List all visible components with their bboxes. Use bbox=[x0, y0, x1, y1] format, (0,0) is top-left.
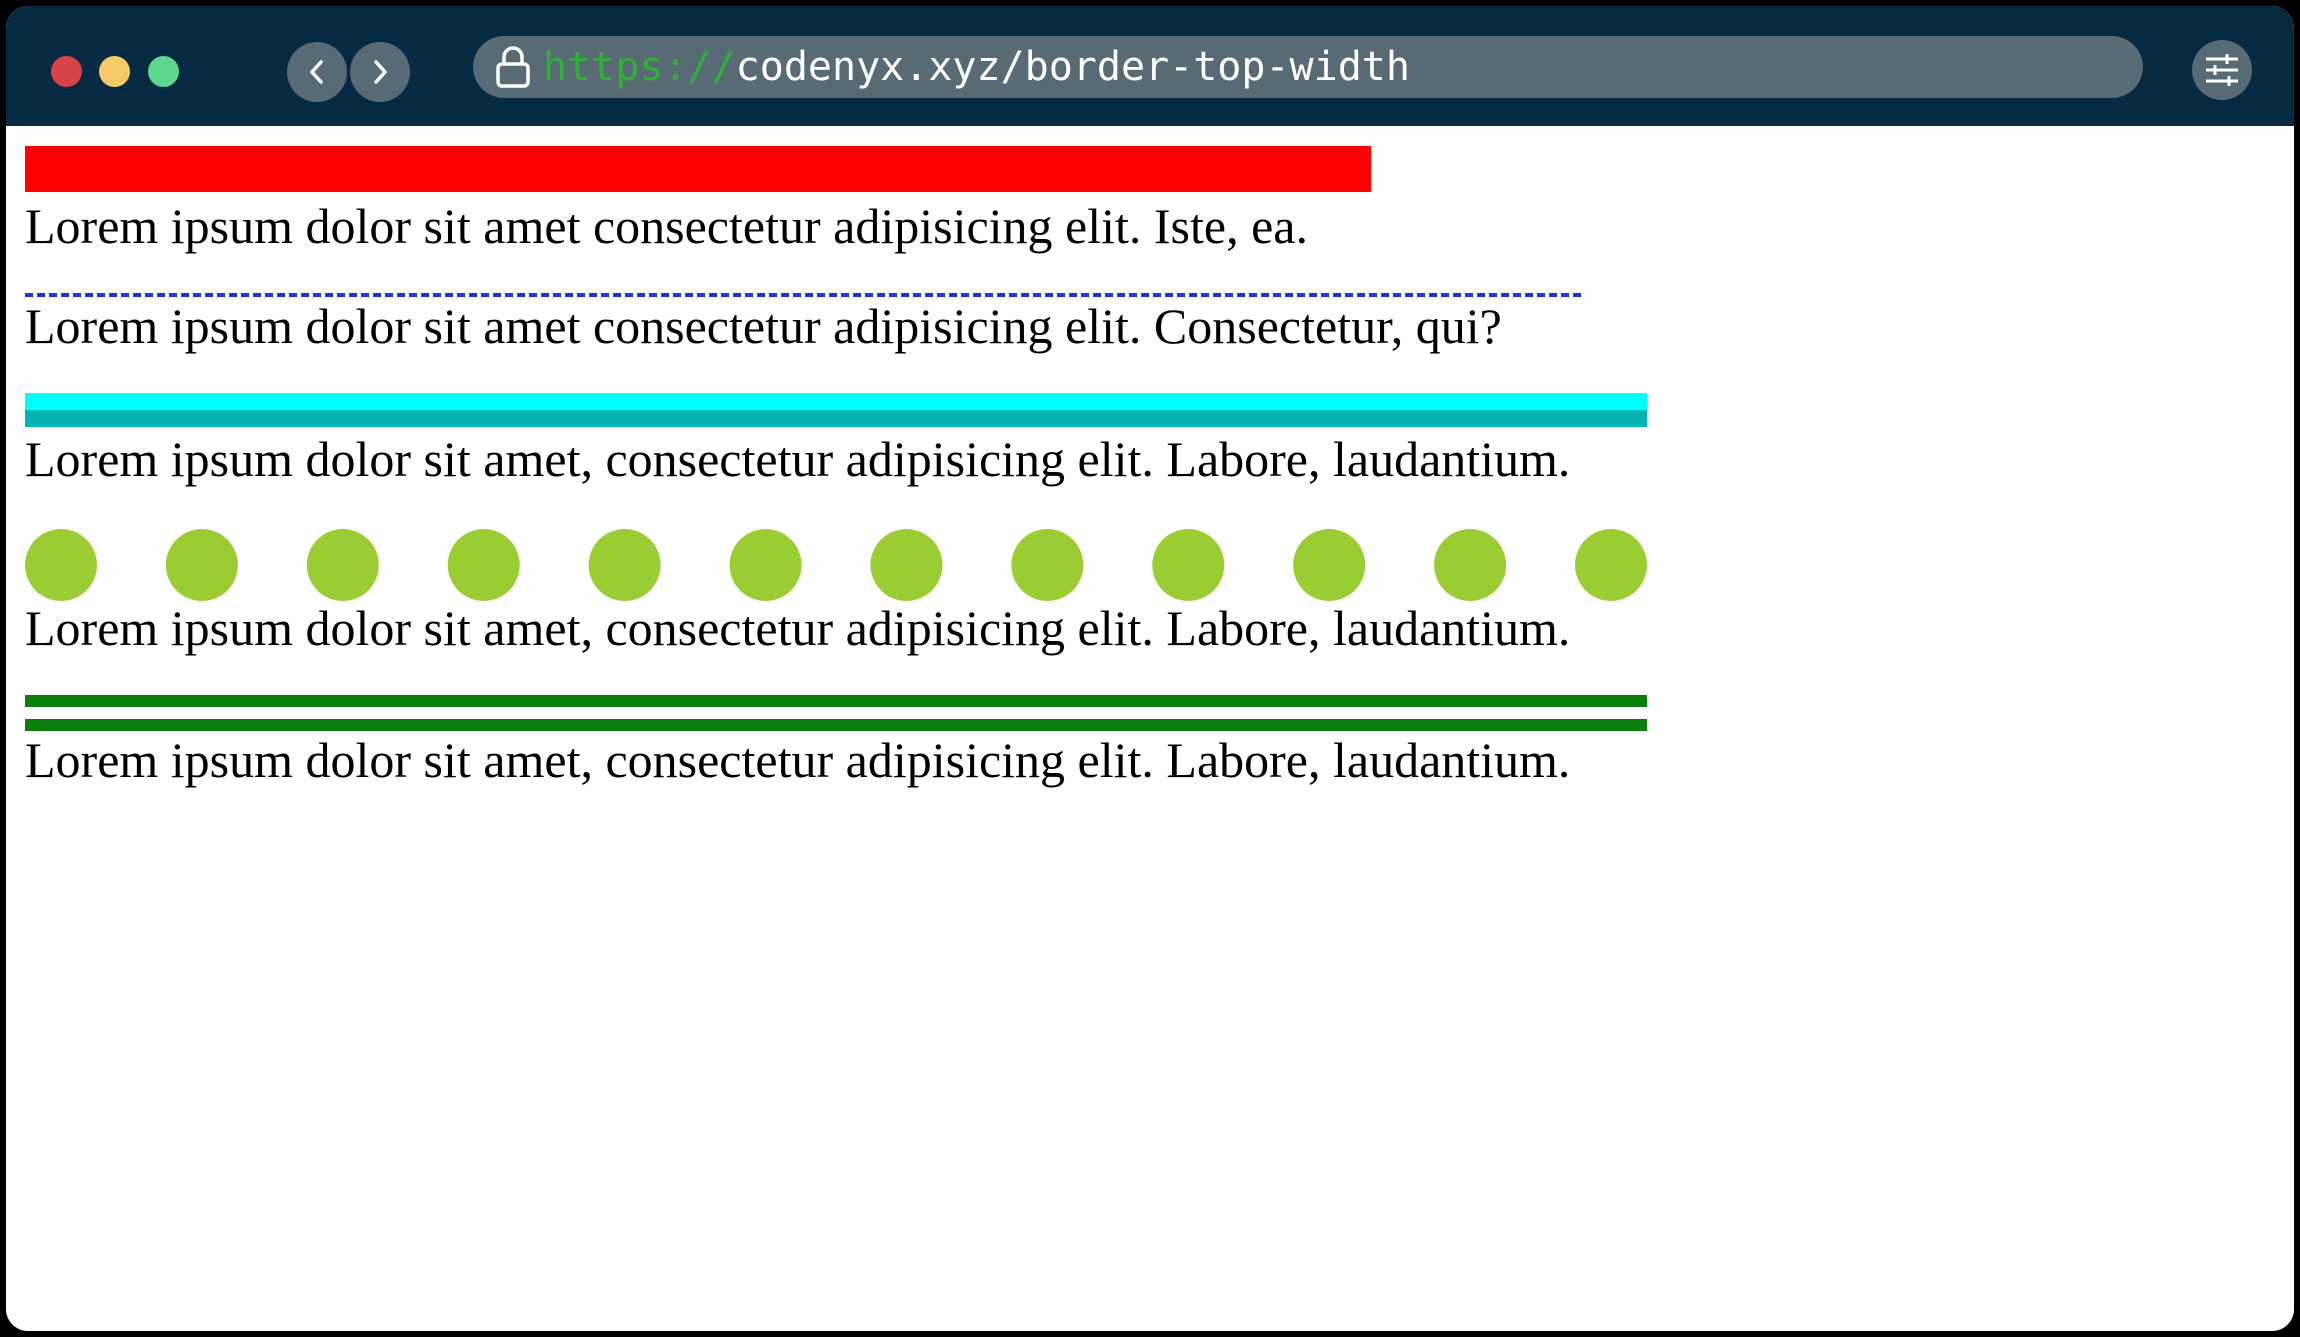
settings-button[interactable] bbox=[2192, 40, 2252, 100]
double-border-line-bottom bbox=[25, 719, 1647, 731]
chevron-left-icon bbox=[310, 60, 323, 84]
forward-button[interactable] bbox=[350, 42, 410, 102]
border-dot bbox=[870, 529, 943, 601]
paragraph-ridge: Lorem ipsum dolor sit amet, consectetur … bbox=[25, 431, 1571, 487]
paragraph-solid: Lorem ipsum dolor sit amet consectetur a… bbox=[25, 198, 1308, 254]
ridge-dark-band bbox=[25, 410, 1647, 427]
border-dot bbox=[588, 529, 661, 601]
paragraph-dotted: Lorem ipsum dolor sit amet, consectetur … bbox=[25, 600, 1571, 656]
dotted-top-border bbox=[25, 529, 1647, 601]
address-bar[interactable]: https://codenyx.xyz/border-top-width bbox=[473, 36, 2143, 98]
border-dot bbox=[1152, 529, 1225, 601]
browser-toolbar: https://codenyx.xyz/border-top-width bbox=[6, 6, 2294, 126]
ridge-top-border bbox=[25, 393, 1647, 427]
lock-icon bbox=[496, 46, 530, 88]
border-dot bbox=[1575, 529, 1647, 601]
border-dot bbox=[729, 529, 802, 601]
border-dot bbox=[1434, 529, 1507, 601]
back-button[interactable] bbox=[287, 42, 347, 102]
double-top-border bbox=[25, 695, 1647, 731]
border-dot bbox=[1011, 529, 1084, 601]
border-dot bbox=[1293, 529, 1366, 601]
border-dot bbox=[447, 529, 520, 601]
dashed-top-border bbox=[25, 293, 1581, 297]
url-text[interactable]: https://codenyx.xyz/border-top-width bbox=[543, 36, 1410, 98]
url-scheme: https:// bbox=[543, 44, 736, 90]
paragraph-double: Lorem ipsum dolor sit amet, consectetur … bbox=[25, 732, 1571, 788]
solid-top-border bbox=[25, 146, 1371, 192]
dotted-border-svg bbox=[25, 529, 1647, 601]
close-window-button[interactable] bbox=[51, 56, 82, 87]
chevron-right-icon bbox=[374, 60, 387, 84]
paragraph-dashed: Lorem ipsum dolor sit amet consectetur a… bbox=[25, 298, 1502, 354]
border-dot bbox=[165, 529, 238, 601]
browser-window: https://codenyx.xyz/border-top-width Lor… bbox=[6, 6, 2294, 1331]
minimize-window-button[interactable] bbox=[99, 56, 130, 87]
ridge-light-band bbox=[25, 393, 1647, 410]
border-dot bbox=[25, 529, 97, 601]
url-host-path: codenyx.xyz/border-top-width bbox=[735, 44, 1410, 90]
double-border-line-top bbox=[25, 695, 1647, 707]
border-dot bbox=[306, 529, 379, 601]
page-content: Lorem ipsum dolor sit amet consectetur a… bbox=[6, 126, 2294, 1331]
settings-sliders-icon bbox=[2206, 54, 2238, 86]
maximize-window-button[interactable] bbox=[148, 56, 179, 87]
